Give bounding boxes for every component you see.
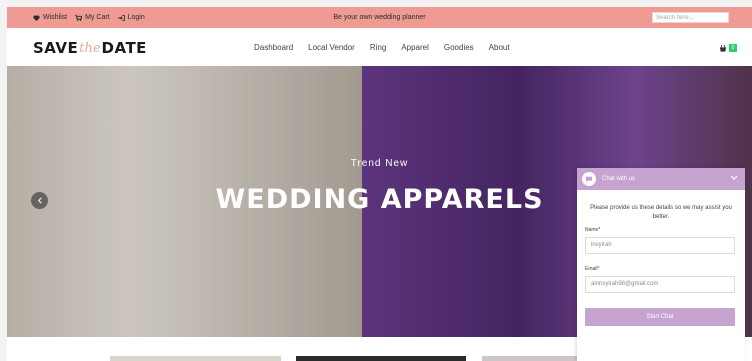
nav-menu: Dashboard Local Vendor Ring Apparel Good… (254, 28, 525, 66)
carousel-prev-button[interactable] (31, 192, 48, 209)
chat-intro: Please provide us these details so we ma… (590, 205, 732, 220)
logo-the: the (79, 40, 101, 56)
nav-dashboard[interactable]: Dashboard (254, 43, 293, 52)
chat-bubble-icon (582, 172, 596, 186)
category-thumb[interactable] (482, 356, 578, 361)
search-input[interactable]: Search here... (652, 12, 729, 23)
name-label: Name* (585, 227, 601, 233)
nav-goodies[interactable]: Goodies (444, 43, 474, 52)
nav-apparel[interactable]: Apparel (401, 43, 429, 52)
cart-count-badge: 0 (729, 44, 737, 52)
category-thumb[interactable] (296, 356, 466, 361)
email-field[interactable]: ainnsyirah98@gmail.com (585, 276, 735, 293)
start-chat-button[interactable]: Start Chat (585, 308, 735, 326)
tagline: Be your own wedding planner (333, 14, 426, 21)
chat-widget: Chat with us Please provide us these det… (577, 168, 745, 361)
chevron-down-icon[interactable] (730, 175, 738, 181)
site-logo[interactable]: SAVE the DATE (33, 38, 147, 58)
nav-cart[interactable]: 0 (719, 44, 737, 52)
chevron-left-icon (37, 197, 42, 204)
chat-title: Chat with us (602, 176, 636, 182)
logo-save: SAVE (33, 39, 79, 57)
chat-header[interactable]: Chat with us (577, 168, 745, 190)
logo-date: DATE (101, 39, 147, 57)
main-nav: SAVE the DATE Dashboard Local Vendor Rin… (7, 28, 752, 66)
top-bar: Wishlist My Cart Login Be your own weddi… (7, 7, 752, 28)
nav-about[interactable]: About (489, 43, 510, 52)
name-field[interactable]: insyirah (585, 237, 735, 254)
cart-icon (719, 44, 727, 52)
nav-local-vendor[interactable]: Local Vendor (308, 43, 355, 52)
email-label: Email* (585, 266, 600, 272)
category-thumb[interactable] (110, 356, 281, 361)
nav-ring[interactable]: Ring (370, 43, 386, 52)
